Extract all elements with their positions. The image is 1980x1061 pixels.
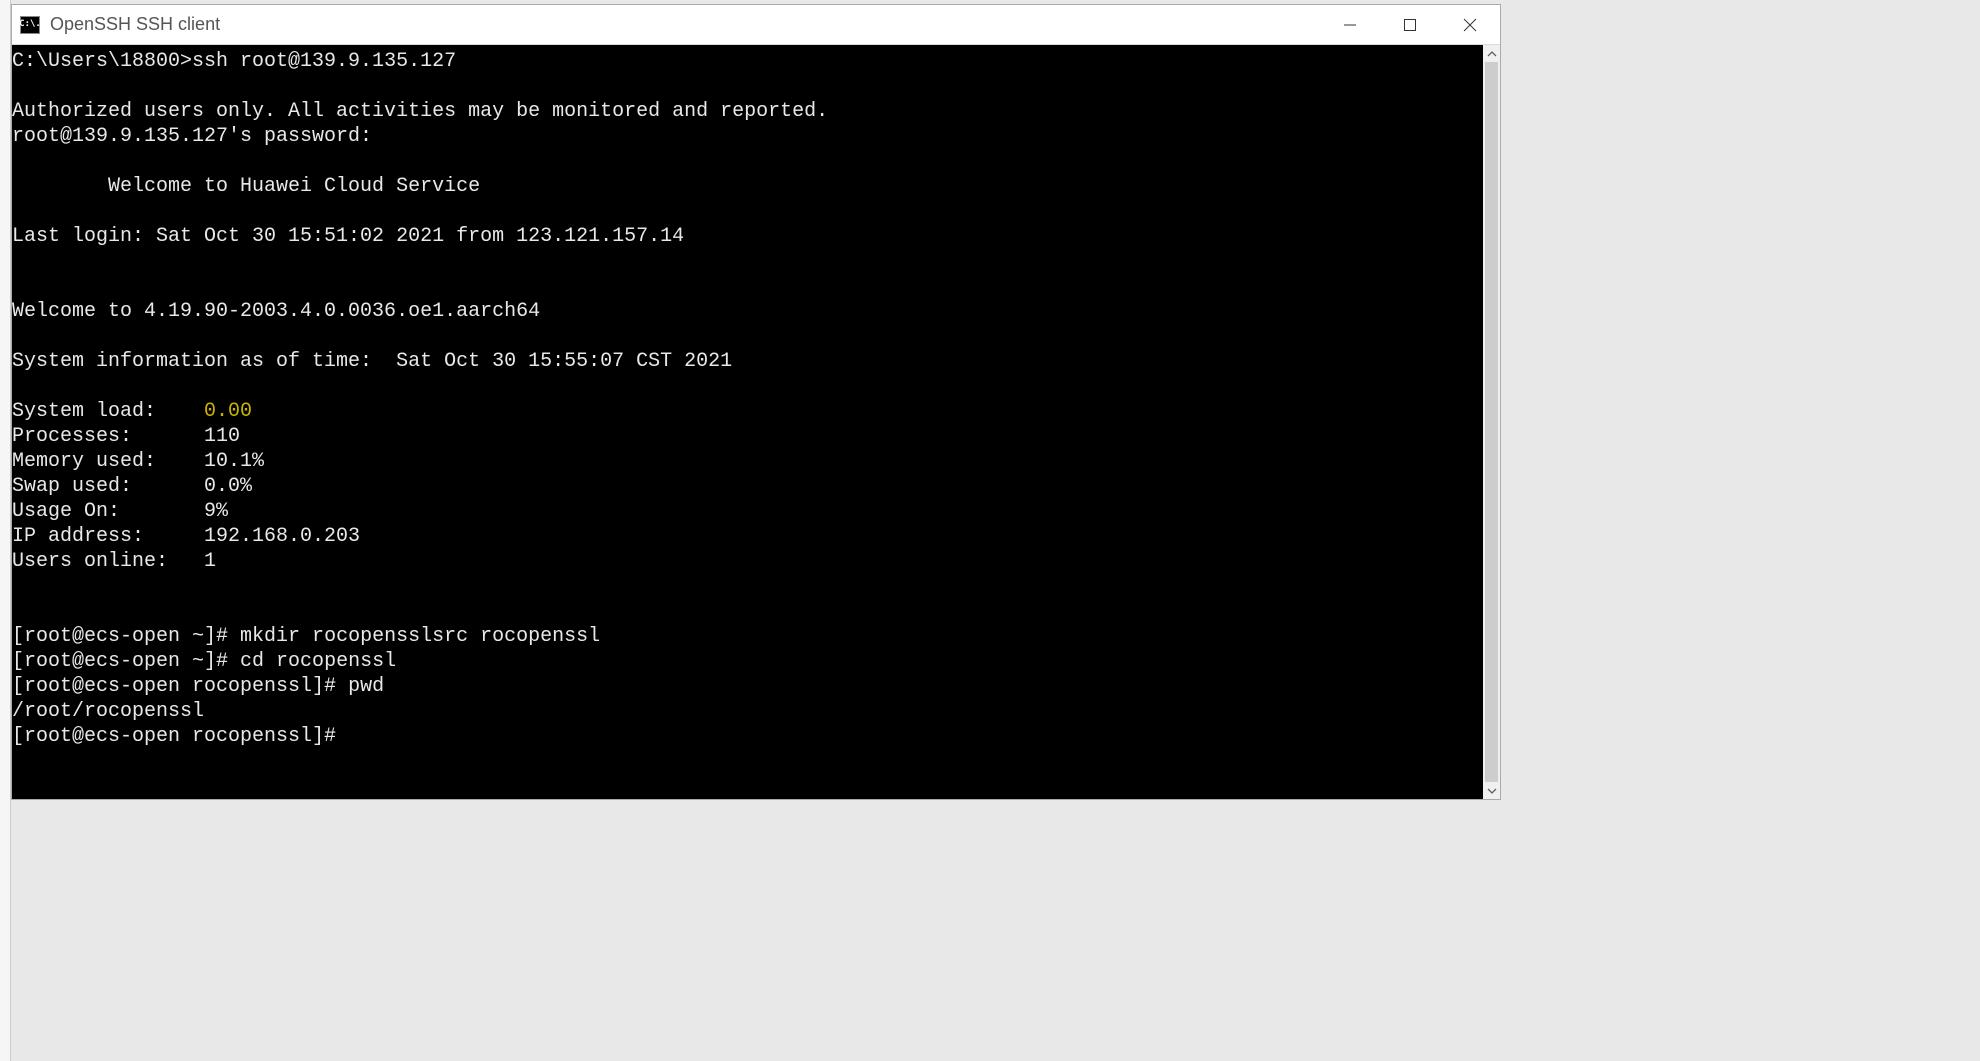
terminal-area: C:\Users\18800>ssh root@139.9.135.127 Au… bbox=[12, 45, 1500, 799]
sysinfo-time: System information as of time: Sat Oct 3… bbox=[12, 349, 1483, 374]
maximize-button[interactable] bbox=[1380, 5, 1440, 45]
users-value: 1 bbox=[204, 550, 216, 573]
win-prompt: C:\Users\18800> bbox=[12, 50, 192, 73]
shell-cmd: pwd bbox=[336, 675, 384, 698]
minimize-button[interactable] bbox=[1320, 5, 1380, 45]
auth-notice: Authorized users only. All activities ma… bbox=[12, 99, 1483, 124]
processes-label: Processes: bbox=[12, 424, 204, 449]
blank-line bbox=[12, 324, 1483, 349]
terminal[interactable]: C:\Users\18800>ssh root@139.9.135.127 Au… bbox=[12, 45, 1483, 799]
maximize-icon bbox=[1403, 18, 1417, 32]
system-load-value: 0.00 bbox=[204, 400, 252, 423]
sysinfo-row: System load:0.00 bbox=[12, 399, 1483, 424]
usage-label: Usage On: bbox=[12, 499, 204, 524]
terminal-line: [root@ecs-open rocopenssl]# pwd bbox=[12, 674, 1483, 699]
terminal-line: [root@ecs-open rocopenssl]# bbox=[12, 724, 1483, 749]
swap-label: Swap used: bbox=[12, 474, 204, 499]
shell-cmd: cd rocopenssl bbox=[228, 650, 396, 673]
ssh-cmd: ssh root@139.9.135.127 bbox=[192, 50, 456, 73]
users-label: Users online: bbox=[12, 549, 204, 574]
sysinfo-row: Swap used:0.0% bbox=[12, 474, 1483, 499]
usage-value: 9% bbox=[204, 500, 228, 523]
close-button[interactable] bbox=[1440, 5, 1500, 45]
memory-label: Memory used: bbox=[12, 449, 204, 474]
ip-label: IP address: bbox=[12, 524, 204, 549]
app-icon: C:\. bbox=[20, 16, 40, 34]
shell-prompt: [root@ecs-open rocopenssl]# bbox=[12, 725, 336, 748]
shell-prompt: [root@ecs-open ~]# bbox=[12, 625, 228, 648]
openssh-window: C:\. OpenSSH SSH client C:\Users\18800>s… bbox=[11, 4, 1501, 800]
blank-line bbox=[12, 74, 1483, 99]
terminal-line: [root@ecs-open ~]# cd rocopenssl bbox=[12, 649, 1483, 674]
scroll-up-button[interactable] bbox=[1483, 45, 1500, 62]
blank-line bbox=[12, 274, 1483, 299]
sysinfo-row: IP address:192.168.0.203 bbox=[12, 524, 1483, 549]
blank-line bbox=[12, 249, 1483, 274]
chevron-down-icon bbox=[1487, 788, 1497, 794]
shell-prompt: [root@ecs-open ~]# bbox=[12, 650, 228, 673]
titlebar[interactable]: C:\. OpenSSH SSH client bbox=[12, 5, 1500, 45]
welcome-banner: Welcome to Huawei Cloud Service bbox=[12, 174, 1483, 199]
system-load-label: System load: bbox=[12, 399, 204, 424]
blank-line bbox=[12, 199, 1483, 224]
shell-cmd: mkdir rocopensslsrc rocopenssl bbox=[228, 625, 600, 648]
sysinfo-row: Processes:110 bbox=[12, 424, 1483, 449]
blank-line bbox=[12, 149, 1483, 174]
terminal-line: [root@ecs-open ~]# mkdir rocopensslsrc r… bbox=[12, 624, 1483, 649]
close-icon bbox=[1463, 18, 1477, 32]
password-prompt: root@139.9.135.127's password: bbox=[12, 124, 1483, 149]
scroll-thumb[interactable] bbox=[1485, 62, 1498, 782]
shell-prompt: [root@ecs-open rocopenssl]# bbox=[12, 675, 336, 698]
sysinfo-row: Users online:1 bbox=[12, 549, 1483, 574]
swap-value: 0.0% bbox=[204, 475, 252, 498]
last-login: Last login: Sat Oct 30 15:51:02 2021 fro… bbox=[12, 224, 1483, 249]
sysinfo-row: Usage On:9% bbox=[12, 499, 1483, 524]
minimize-icon bbox=[1343, 18, 1357, 32]
scrollbar[interactable] bbox=[1483, 45, 1500, 799]
sysinfo-row: Memory used:10.1% bbox=[12, 449, 1483, 474]
scroll-track[interactable] bbox=[1483, 62, 1500, 782]
blank-line bbox=[12, 374, 1483, 399]
processes-value: 110 bbox=[204, 425, 240, 448]
chevron-up-icon bbox=[1487, 51, 1497, 57]
blank-line bbox=[12, 599, 1483, 624]
scroll-down-button[interactable] bbox=[1483, 782, 1500, 799]
shell-output: /root/rocopenssl bbox=[12, 699, 1483, 724]
memory-value: 10.1% bbox=[204, 450, 264, 473]
kernel-welcome: Welcome to 4.19.90-2003.4.0.0036.oe1.aar… bbox=[12, 299, 1483, 324]
background-strip bbox=[0, 0, 11, 1061]
window-title: OpenSSH SSH client bbox=[50, 14, 220, 35]
app-icon-text: C:\. bbox=[19, 20, 41, 29]
terminal-line: C:\Users\18800>ssh root@139.9.135.127 bbox=[12, 49, 1483, 74]
blank-line bbox=[12, 574, 1483, 599]
ip-value: 192.168.0.203 bbox=[204, 525, 360, 548]
